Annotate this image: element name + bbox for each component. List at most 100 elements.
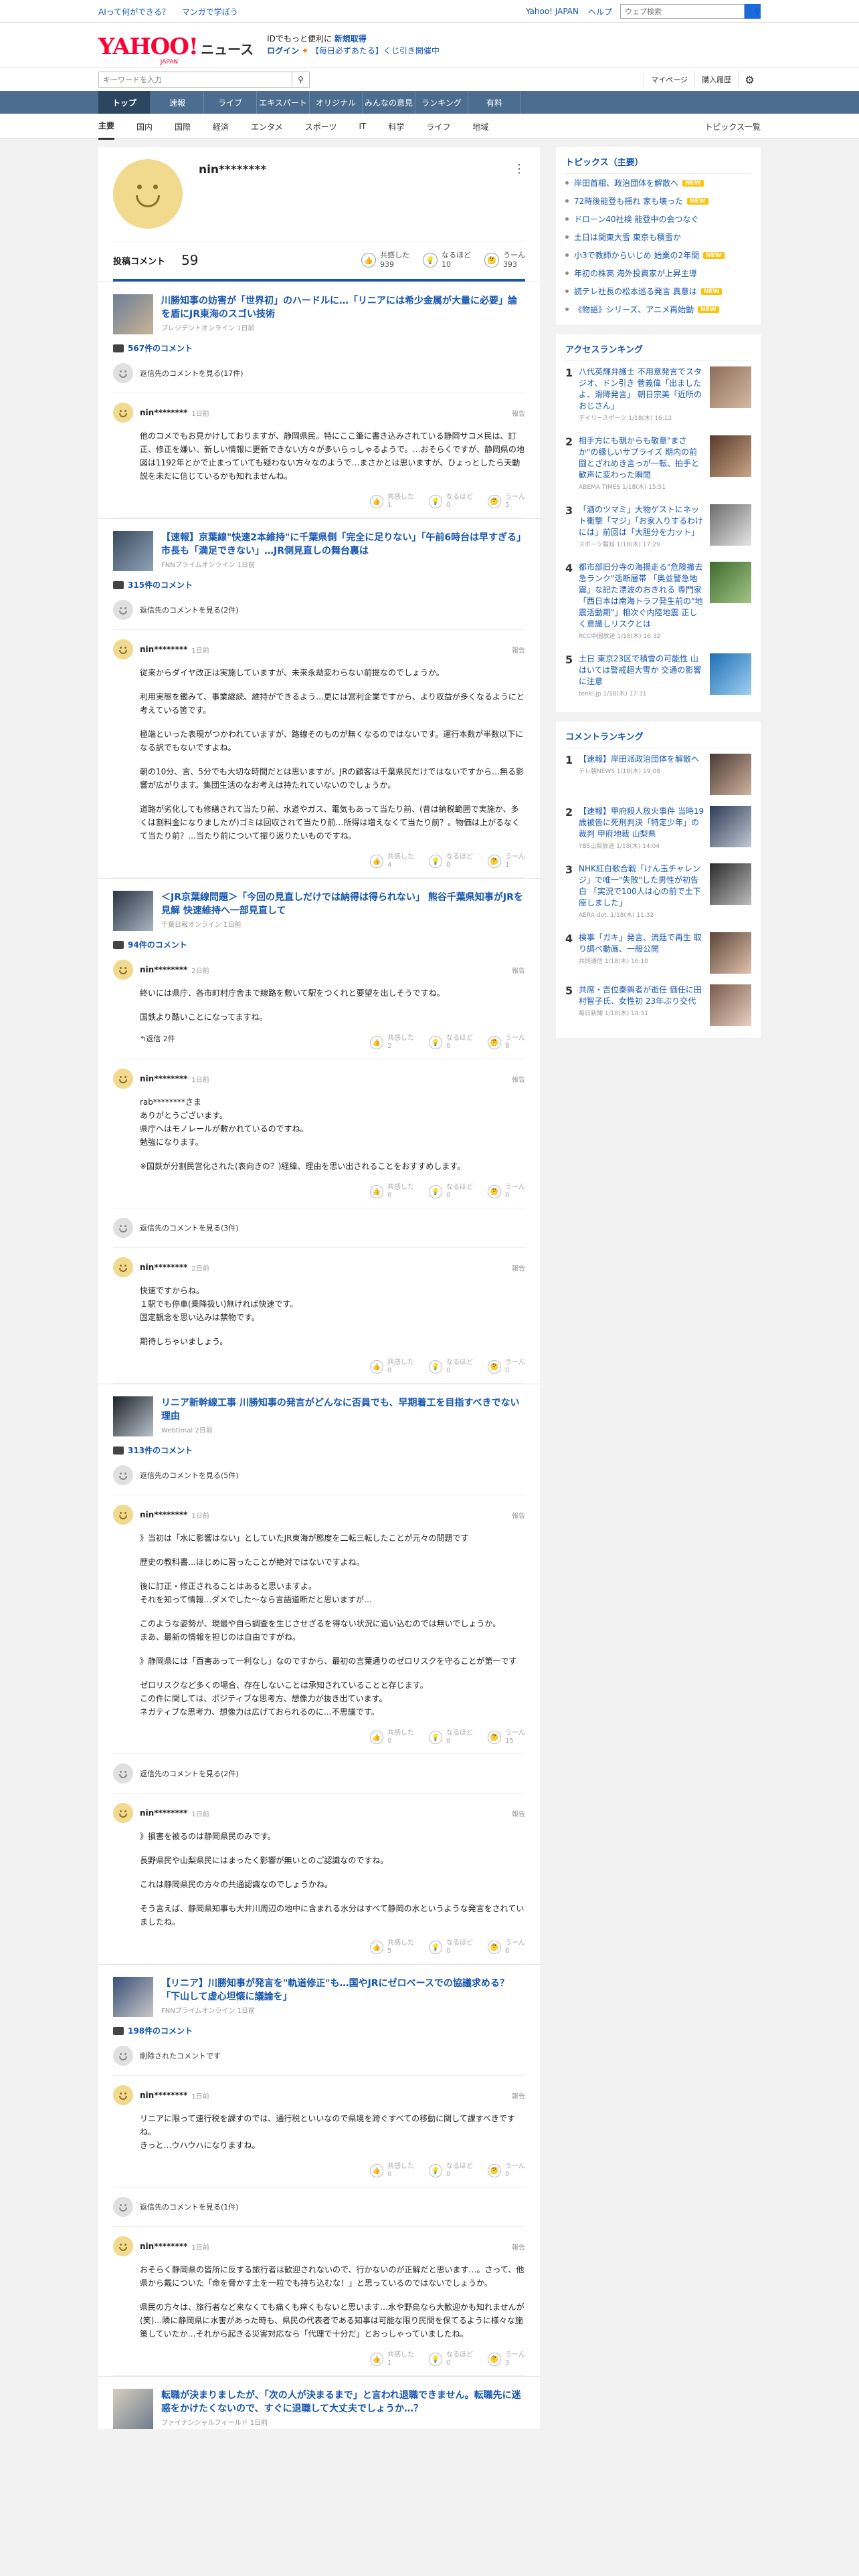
topic-item[interactable]: 岸田首相、政治団体を解散へ NEW (565, 174, 751, 192)
commenter-name[interactable]: nin******** (140, 2242, 187, 2251)
register-link[interactable]: 新規取得 (335, 34, 367, 43)
comment-count-link[interactable]: 94件のコメント (113, 939, 525, 950)
article-title[interactable]: 【リニア】川勝知事が発言を"軌道修正"も…国やJRにゼロベースでの協議求める？「… (161, 1977, 525, 2004)
article-thumbnail[interactable] (113, 531, 153, 571)
category-local[interactable]: 地域 (472, 114, 488, 139)
report-link[interactable]: 報告 (512, 1808, 525, 1818)
category-domestic[interactable]: 国内 (136, 114, 153, 139)
comment-ranking-item[interactable]: 3 NHK紅白歌合戦「けん玉チャレンジ」で唯一"失敗"した男性が初告白 「実況で1… (565, 858, 751, 927)
nav-tab-ranking[interactable]: ランキング (415, 91, 468, 114)
commenter-name[interactable]: nin******** (140, 965, 187, 974)
commenter-name[interactable]: nin******** (140, 1808, 187, 1818)
insight-button[interactable]: 💡 なるほど 0 (429, 853, 473, 869)
empathy-button[interactable]: 👍 共感した 2 (370, 1035, 414, 1051)
article-title[interactable]: 転職が決まりましたが、「次の人が決まるまで」と言われ退職できません。転職先に迷惑… (161, 2389, 525, 2416)
web-search-button[interactable]: ⚲ (745, 4, 761, 19)
category-main[interactable]: 主要 (98, 113, 115, 140)
commenter-name[interactable]: nin******** (140, 645, 187, 654)
access-ranking-item[interactable]: 5 土日 東京23区で積雪の可能性 山はいては警戒超大雪か 交通の影響に注意 ten… (565, 648, 751, 706)
view-parent-comment[interactable]: 返信先のコメントを見る(17件) (113, 363, 525, 393)
comment-count-link[interactable]: 313件のコメント (113, 1444, 525, 1456)
reply-link[interactable]: ↰ 返信 2件 (140, 1033, 175, 1044)
category-it[interactable]: IT (359, 115, 366, 138)
article-title[interactable]: ＜JR京葉線問題＞「今回の見直しだけでは納得は得られない」 熊谷千葉県知事がJR… (161, 891, 525, 918)
category-science[interactable]: 科学 (388, 114, 404, 139)
access-ranking-item[interactable]: 4 都市部旧分寺の海揚走る"危険撤去急ランク"活断層帯 「奥並警急地震」な記た漂波… (565, 556, 751, 648)
web-search-input[interactable] (620, 4, 745, 19)
yahoo-news-logo[interactable]: YAHOO! JAPAN ニュース (98, 29, 254, 66)
insight-button[interactable]: 💡 なるほど 0 (429, 1939, 473, 1955)
commenter-name[interactable]: nin******** (140, 408, 187, 417)
comment-ranking-item[interactable]: 4 検事「ガキ」発言、流廷で再生 取り調べ動画、一般公開 共同通信 1/18(木) … (565, 927, 751, 979)
hmm-button[interactable]: 🤔 うーん 3 (488, 2351, 525, 2367)
empathy-button[interactable]: 👍 共感した 0 (370, 1184, 414, 1200)
insight-button[interactable]: 💡 なるほど 0 (429, 1184, 473, 1200)
insight-button[interactable]: 💡 なるほど 0 (429, 1035, 473, 1051)
settings-button[interactable]: ⚙ (738, 71, 761, 88)
hmm-button[interactable]: 🤔 うーん 5 (488, 494, 525, 510)
hmm-button[interactable]: 🤔 うーん 0 (488, 2163, 525, 2179)
hmm-button[interactable]: 🤔 うーん 15 (488, 1729, 525, 1745)
empathy-button[interactable]: 👍 共感した 0 (370, 2163, 414, 2179)
nav-tab-opinions[interactable]: みんなの意見 (363, 91, 415, 114)
insight-button[interactable]: 💡 なるほど 0 (429, 2351, 473, 2367)
commenter-name[interactable]: nin******** (140, 1074, 187, 1083)
topic-item[interactable]: 72時後能登も揺れ 家も壊った NEW (565, 192, 751, 210)
view-parent-comment[interactable]: 返信先のコメントを見る(5件) (113, 1465, 525, 1495)
commenter-name[interactable]: nin******** (140, 1510, 187, 1519)
report-link[interactable]: 報告 (512, 2242, 525, 2252)
more-menu-icon[interactable]: ⋮ (513, 162, 525, 176)
empathy-button[interactable]: 👍 共感した 5 (370, 1939, 414, 1955)
hmm-button[interactable]: 🤔 うーん 6 (488, 1939, 525, 1955)
view-parent-comment[interactable]: 返信先のコメントを見る(2件) (113, 600, 525, 630)
empathy-button[interactable]: 👍 共感した 0 (370, 1359, 414, 1375)
topic-item[interactable]: ドローン40社検 能登中の会つなぐ (565, 210, 751, 228)
comment-ranking-item[interactable]: 1 【速報】岸田派政治団体を解散へ テレ朝NEWS 1/18(木) 19:08 (565, 748, 751, 800)
hmm-button[interactable]: 🤔 うーん 8 (488, 1035, 525, 1051)
empathy-button[interactable]: 👍 共感した 1 (370, 2351, 414, 2367)
nav-tab-breaking[interactable]: 速報 (151, 91, 204, 114)
login-link[interactable]: ログイン (267, 46, 299, 56)
report-link[interactable]: 報告 (512, 1510, 525, 1520)
article-thumbnail[interactable] (113, 1977, 153, 2017)
insight-button[interactable]: 💡 なるほど 0 (429, 494, 473, 510)
topic-item[interactable]: 読テレ社長の松本巡る発言 真意は NEW (565, 282, 751, 300)
nav-tab-expert[interactable]: エキスパート (257, 91, 310, 114)
manga-link[interactable]: マンガで学ぼう (182, 7, 238, 17)
access-ranking-item[interactable]: 2 相手方にも親からも敬意"まさか"の縁しいサプライズ 期内の前闘とざれめき言っが… (565, 430, 751, 499)
view-parent-comment[interactable]: 削除されたコメントです (113, 2046, 525, 2076)
mypage-button[interactable]: マイページ (644, 71, 694, 88)
view-parent-comment[interactable]: 返信先のコメントを見る(1件) (113, 2197, 525, 2227)
hmm-button[interactable]: 🤔 うーん 0 (488, 1184, 525, 1200)
ai-link[interactable]: AIって何ができる？ (98, 7, 170, 17)
access-ranking-item[interactable]: 3 「酒のツマミ」大物ゲストにネット衝撃「マジ」「お家入りするわけには」前回は「大… (565, 499, 751, 556)
nav-tab-live[interactable]: ライブ (204, 91, 257, 114)
article-thumbnail[interactable] (113, 1396, 153, 1436)
insight-button[interactable]: 💡 なるほど 0 (429, 1359, 473, 1375)
category-life[interactable]: ライフ (426, 114, 450, 139)
article-thumbnail[interactable] (113, 891, 153, 931)
empathy-button[interactable]: 👍 共感した 0 (370, 1729, 414, 1745)
commenter-name[interactable]: nin******** (140, 1263, 187, 1272)
category-sports[interactable]: スポーツ (305, 114, 337, 139)
nav-tab-original[interactable]: オリジナル (310, 91, 363, 114)
keyword-search-button[interactable]: ⚲ (292, 72, 310, 88)
report-link[interactable]: 報告 (512, 2090, 525, 2101)
article-title[interactable]: 川勝知事の妨害が「世界初」のハードルに…「リニアには希少金属が大量に必要」論を盾… (161, 294, 525, 321)
article-title[interactable]: リニア新幹線工事 川勝知事の発言がどんなに否員でも、早期着工を目指すべきでない理… (161, 1396, 525, 1423)
topics-list-link[interactable]: トピックス一覧 (704, 121, 761, 132)
comment-count-link[interactable]: 315件のコメント (113, 579, 525, 591)
topic-item[interactable]: 土日は関東大雪 東京も積雪か (565, 228, 751, 246)
view-parent-comment[interactable]: 返信先のコメントを見る(3件) (113, 1218, 525, 1248)
empathy-button[interactable]: 👍 共感した 1 (370, 494, 414, 510)
comment-ranking-item[interactable]: 5 共席・吉位秦興者が逝任 価任に田村智子氏、女性初 23年ぶり交代 毎日新聞 1/… (565, 979, 751, 1031)
category-economy[interactable]: 経済 (213, 114, 229, 139)
insight-button[interactable]: 💡 なるほど 0 (429, 1729, 473, 1745)
hmm-button[interactable]: 🤔 うーん 0 (488, 1359, 525, 1375)
article-title[interactable]: 【速報】京葉線"快速2本維持"に千葉県側「完全に足りない」「午前6時台は早すぎる… (161, 531, 525, 558)
view-parent-comment[interactable]: 返信先のコメントを見る(2件) (113, 1763, 525, 1794)
purchase-history-button[interactable]: 購入履歴 (694, 71, 738, 88)
keyword-search-input[interactable] (98, 72, 292, 88)
commenter-name[interactable]: nin******** (140, 2090, 187, 2100)
report-link[interactable]: 報告 (512, 1263, 525, 1273)
